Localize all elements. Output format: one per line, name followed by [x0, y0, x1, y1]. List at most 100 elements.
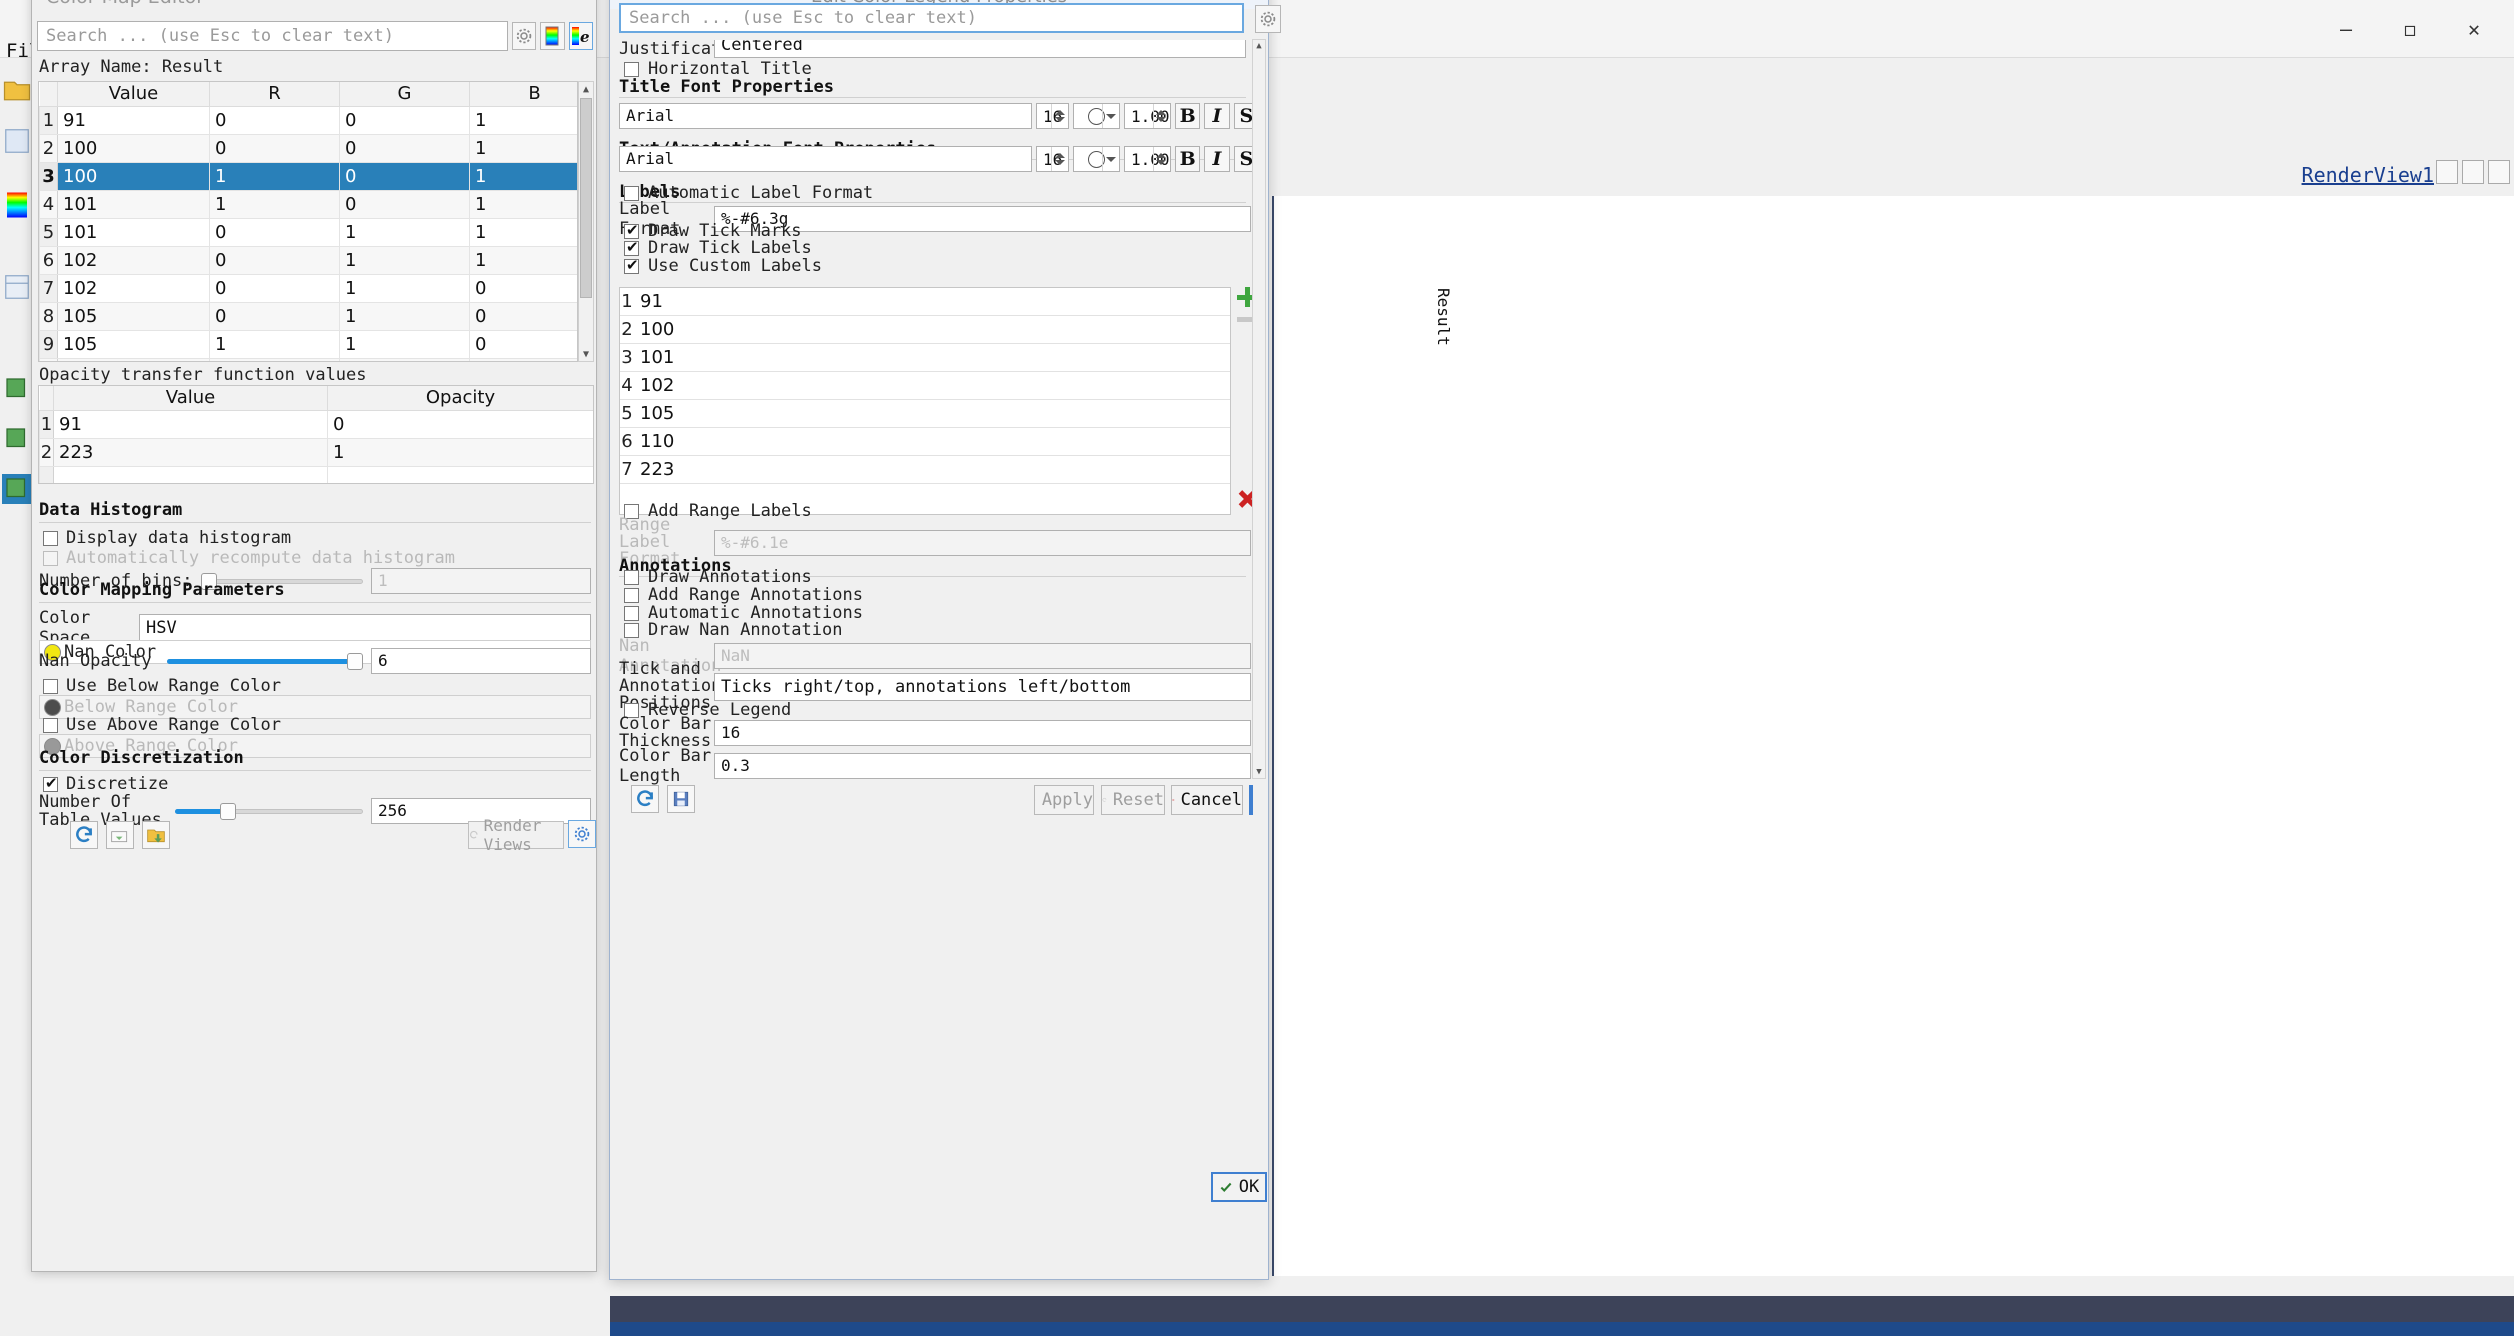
cell-r[interactable]: 1 [209, 161, 340, 191]
text-font-opacity-input[interactable]: 1.00 [1124, 146, 1171, 172]
number-of-table-values-slider[interactable] [175, 802, 363, 820]
advanced-properties-toggle[interactable] [568, 820, 596, 848]
scroll-down-icon[interactable]: ▼ [579, 347, 593, 361]
scroll-thumb[interactable] [580, 98, 592, 298]
list-item[interactable]: 3 101 [620, 344, 1230, 372]
chevron-down-icon[interactable] [1102, 147, 1118, 171]
save-settings-icon[interactable] [667, 785, 695, 813]
gear-icon[interactable] [511, 22, 537, 50]
chevron-down-icon[interactable] [1102, 104, 1118, 128]
cell-value[interactable]: 91 [57, 105, 210, 135]
automatic-annotations-checkbox[interactable] [624, 605, 639, 621]
table-row[interactable]: 2 223 1 [39, 437, 593, 467]
list-item-value[interactable]: 105 [634, 403, 674, 424]
split-horizontal-icon[interactable] [2436, 160, 2458, 184]
cell-g[interactable]: 1 [339, 357, 470, 361]
render-view-title[interactable]: RenderView1 [2302, 163, 2434, 187]
cell-r[interactable]: 0 [209, 301, 340, 331]
cell-r[interactable]: 0 [209, 273, 340, 303]
rgb-col-b[interactable]: B [469, 82, 577, 107]
rescale-icon[interactable] [70, 821, 98, 849]
list-item[interactable]: 6 110 [620, 428, 1230, 456]
spinner-arrows[interactable] [1152, 104, 1169, 128]
cell-value[interactable]: 105 [57, 329, 210, 359]
close-view-icon[interactable] [2488, 160, 2510, 184]
custom-labels-list[interactable]: 1 91 2 100 3 101 4 102 5 105 6 110 7 223 [619, 287, 1231, 515]
table-row[interactable]: 7 102 0 1 0 [39, 273, 577, 303]
list-item-value[interactable]: 102 [634, 375, 674, 396]
pipeline-source-icon[interactable] [2, 374, 32, 404]
cell-r[interactable]: 0 [209, 217, 340, 247]
display-data-histogram-checkbox[interactable] [43, 530, 58, 546]
cell-r[interactable]: 1 [209, 329, 340, 359]
render-view-canvas[interactable]: 223. 110. 105. 102. 101. 100. Result [1272, 196, 2514, 1276]
discretize-row[interactable]: Discretize [43, 774, 168, 794]
nan-opacity-input[interactable]: 6 [371, 648, 591, 674]
pipeline-selected-icon[interactable] [2, 474, 32, 504]
title-font-opacity-input[interactable]: 1.00 [1124, 103, 1171, 129]
slider-knob[interactable] [220, 803, 237, 820]
cell-r[interactable]: 0 [209, 105, 340, 135]
rgb-col-g[interactable]: G [339, 82, 470, 107]
text-font-color-select[interactable] [1073, 146, 1121, 172]
scroll-down-icon[interactable]: ▼ [1253, 766, 1265, 778]
draw-tick-marks-checkbox[interactable] [624, 221, 639, 239]
colormap-rail-icon[interactable] [2, 190, 32, 220]
table-row[interactable]: 4 101 1 0 1 [39, 189, 577, 219]
maximize-button[interactable]: ◻ [2378, 3, 2442, 55]
table-row[interactable]: 3 100 1 0 1 [39, 161, 577, 191]
tick-positions-select[interactable]: Ticks right/top, annotations left/bottom [714, 672, 1251, 701]
cell-value[interactable]: 101 [57, 189, 210, 219]
draw-tick-labels-row[interactable]: Draw Tick Labels [624, 238, 812, 258]
title-font-size-input[interactable]: 16 [1035, 103, 1070, 129]
table-row[interactable]: 6 102 0 1 1 [39, 245, 577, 275]
table-row[interactable]: 9 105 1 1 0 [39, 329, 577, 359]
title-bold-button[interactable]: B [1174, 103, 1201, 129]
cell-value[interactable]: 110 [57, 357, 210, 361]
cell-opacity[interactable]: 0 [327, 409, 593, 439]
list-item[interactable]: 2 100 [620, 316, 1230, 344]
cell-b[interactable]: 1 [469, 161, 577, 191]
restore-defaults-icon[interactable] [631, 785, 659, 813]
draw-annotations-row[interactable]: Draw Annotations [624, 567, 812, 587]
list-item[interactable]: 7 223 [620, 456, 1230, 484]
draw-annotations-checkbox[interactable] [624, 569, 639, 585]
cell-b[interactable]: 0 [469, 273, 577, 303]
cell-b[interactable]: 0 [469, 329, 577, 359]
table-row[interactable]: 8 105 0 1 0 [39, 301, 577, 331]
table-row[interactable]: 10110110 [39, 357, 577, 361]
use-below-range-color-checkbox[interactable] [43, 678, 58, 694]
cell-r[interactable]: 1 [209, 189, 340, 219]
rgb-table-scrollbar[interactable]: ▲ ▼ [578, 81, 594, 362]
table-row[interactable]: 1 91 0 [39, 409, 593, 439]
cell-b[interactable]: 1 [469, 189, 577, 219]
cell-g[interactable]: 1 [339, 301, 470, 331]
color-space-select[interactable]: HSV [139, 614, 591, 642]
list-item[interactable]: 4 102 [620, 372, 1230, 400]
list-item-value[interactable]: 100 [634, 319, 674, 340]
use-above-range-color-row[interactable]: Use Above Range Color [43, 715, 281, 735]
list-item-value[interactable]: 110 [634, 431, 674, 452]
spinner-arrows[interactable] [1051, 104, 1067, 128]
text-bold-button[interactable]: B [1174, 146, 1201, 172]
scroll-up-icon[interactable]: ▲ [579, 82, 593, 96]
pipeline-filter-icon[interactable] [2, 424, 32, 454]
cell-r[interactable]: 1 [209, 357, 340, 361]
text-font-family-select[interactable]: Arial [619, 146, 1032, 172]
color-bar-length-input[interactable]: 0.3 [714, 753, 1251, 779]
cell-g[interactable]: 0 [339, 189, 470, 219]
rgb-points-table[interactable]: Value R G B 1 91 0 0 1 2 100 0 0 1 3 100 1 0 1 4 101 1 0 1 5… [38, 81, 578, 362]
title-font-color-select[interactable] [1073, 103, 1121, 129]
table-row[interactable]: 1 91 0 0 1 [39, 105, 577, 135]
justification-select[interactable]: Centered [714, 40, 1246, 58]
cell-g[interactable]: 1 [339, 245, 470, 275]
cell-r[interactable]: 0 [209, 133, 340, 163]
display-data-histogram-row[interactable]: Display data histogram [43, 528, 291, 548]
cell-b[interactable]: 0 [469, 301, 577, 331]
draw-tick-labels-checkbox[interactable] [624, 238, 639, 256]
rgb-col-value[interactable]: Value [57, 82, 210, 107]
list-item[interactable]: 1 91 [620, 288, 1230, 316]
save-icon[interactable] [2, 126, 32, 156]
legend-dialog-scrollbar[interactable]: ▲ ▼ [1252, 39, 1266, 779]
use-below-range-color-row[interactable]: Use Below Range Color [43, 676, 281, 696]
